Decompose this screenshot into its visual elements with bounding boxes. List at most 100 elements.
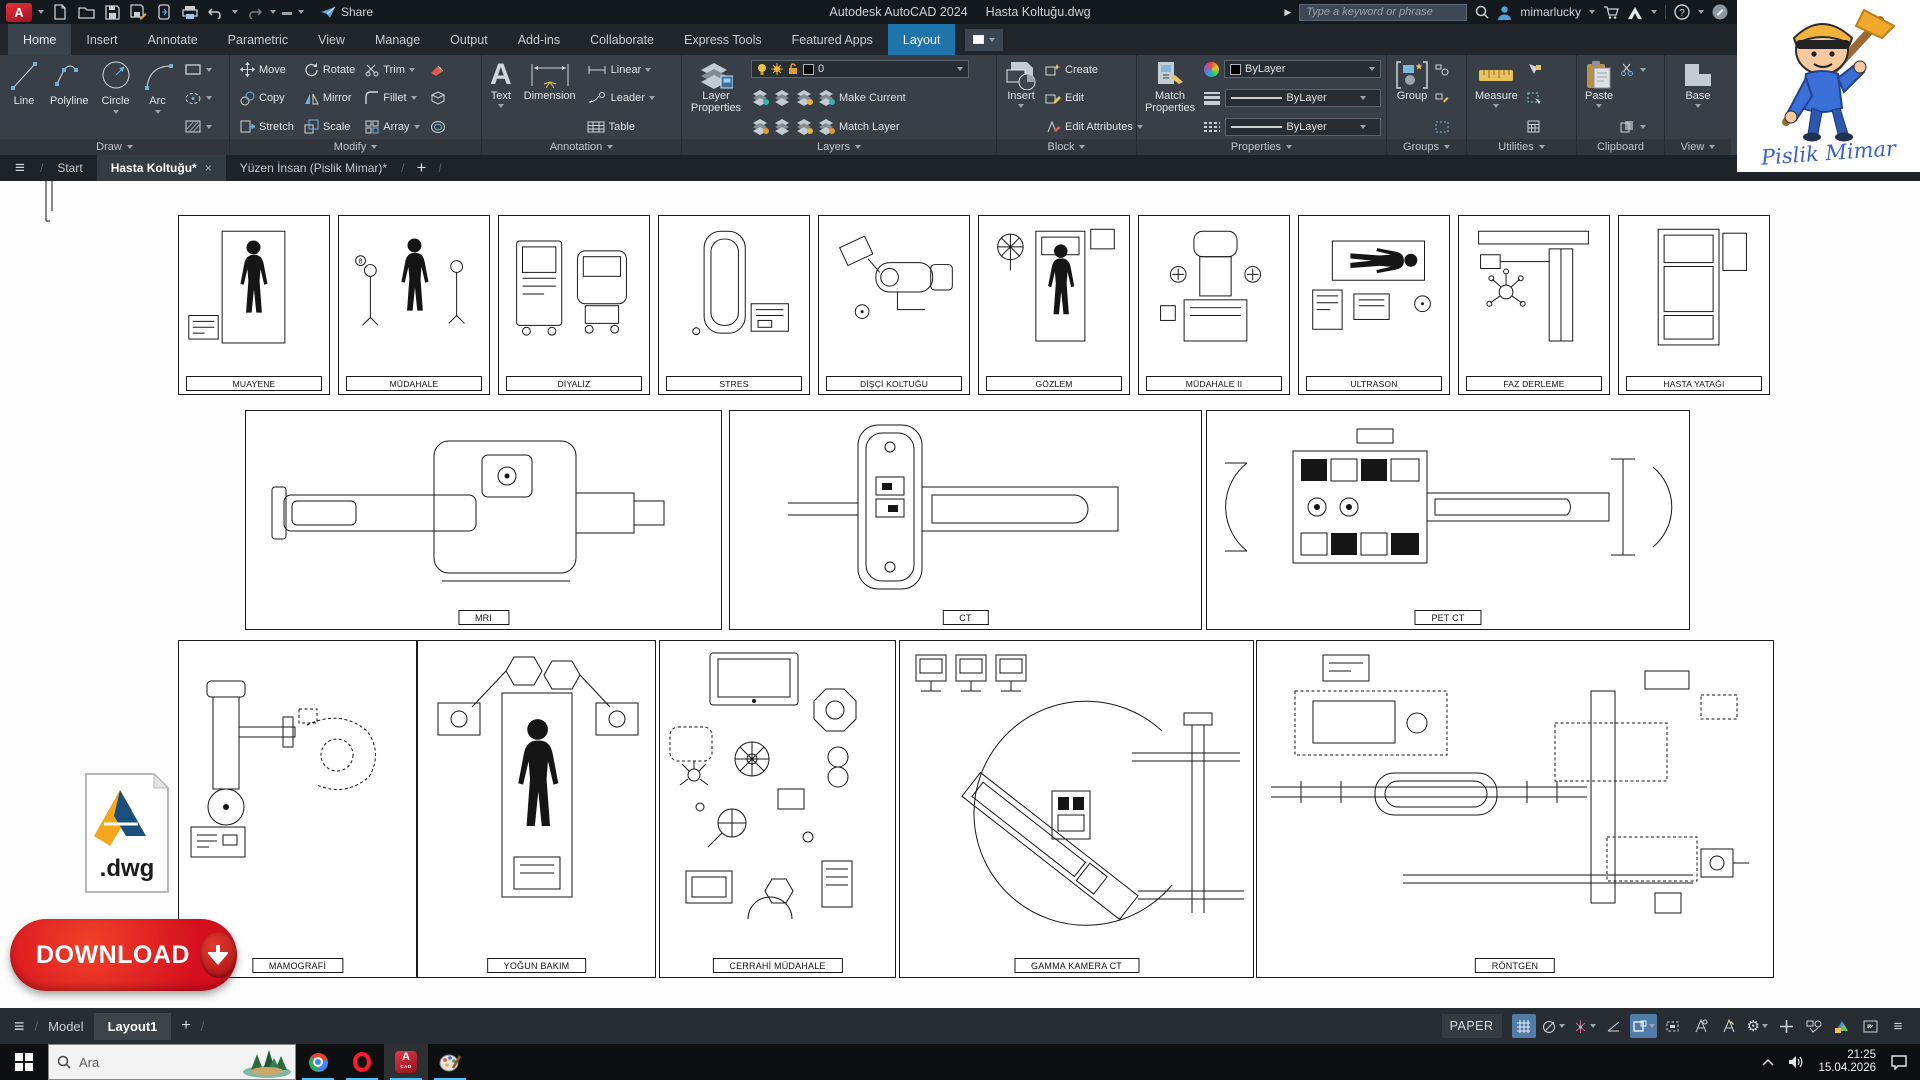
qat-customize-icon[interactable]: ▬ — [282, 7, 292, 18]
autodesk-logo-icon[interactable] — [1627, 6, 1643, 19]
polyline-button[interactable]: Polyline — [46, 58, 93, 138]
annotation-autoscale-toggle[interactable] — [1717, 1014, 1741, 1038]
drawing-frame-ultrason[interactable]: ULTRASON — [1298, 215, 1450, 395]
tab-view[interactable]: View — [303, 24, 360, 55]
dwg-file-icon[interactable]: .dwg — [80, 772, 170, 899]
insert-button[interactable]: Insert — [1002, 58, 1040, 138]
user-avatar-icon[interactable] — [1497, 5, 1512, 20]
measure-button[interactable]: Measure — [1472, 58, 1521, 138]
make-current-button[interactable]: Make Current — [751, 88, 991, 107]
tab-home[interactable]: Home — [8, 24, 71, 55]
object-color-combo[interactable]: ByLayer — [1224, 60, 1381, 78]
paper-space-toggle[interactable]: PAPER — [1442, 1014, 1502, 1038]
panel-footer-draw[interactable]: Draw — [0, 139, 229, 155]
erase-button[interactable] — [430, 60, 446, 79]
snap-toggle[interactable] — [1540, 1014, 1567, 1038]
panel-footer-properties[interactable]: Properties — [1137, 139, 1386, 155]
drawing-frame-diyaliz[interactable]: DİYALİZ — [498, 215, 650, 395]
leader-button[interactable]: Leader — [587, 89, 655, 108]
edit-attributes-button[interactable]: Edit Attributes — [1045, 117, 1143, 136]
start-button[interactable] — [0, 1044, 48, 1080]
help-search-input[interactable] — [1299, 4, 1467, 21]
match-layer-button[interactable]: Match Layer — [751, 117, 991, 136]
ungroup-button[interactable] — [1435, 60, 1449, 79]
group-edit-button[interactable] — [1435, 89, 1449, 108]
copy-button[interactable]: Copy — [240, 89, 294, 108]
annotation-scale-settings[interactable]: ⚙ — [1745, 1014, 1770, 1038]
taskbar-search[interactable] — [48, 1044, 296, 1080]
new-drawing-tab-button[interactable]: + — [404, 155, 438, 181]
group-selection-button[interactable] — [1435, 117, 1449, 136]
workspace-switching[interactable] — [1774, 1014, 1798, 1038]
layer-select-combo[interactable]: 0 — [751, 60, 969, 78]
mirror-button[interactable]: Mirror — [304, 89, 355, 108]
panel-footer-layers[interactable]: Layers — [682, 139, 996, 155]
layout1-tab[interactable]: Layout1 — [94, 1013, 172, 1040]
move-button[interactable]: Move — [240, 60, 294, 79]
quick-calculator-button[interactable] — [1527, 117, 1542, 136]
circle-button[interactable]: Circle — [96, 58, 136, 138]
drawing-frame-mri[interactable]: MRI — [245, 410, 722, 630]
share-button[interactable]: Share — [320, 5, 373, 19]
cart-icon[interactable] — [1603, 5, 1619, 19]
drawing-frame-muayene[interactable]: MUAYENE — [178, 215, 330, 395]
quick-select-button[interactable] — [1527, 60, 1542, 79]
tab-express-tools[interactable]: Express Tools — [669, 24, 777, 55]
autodesk-caret-icon[interactable] — [1651, 10, 1657, 14]
tab-addins[interactable]: Add-ins — [503, 24, 575, 55]
panel-footer-modify[interactable]: Modify — [230, 139, 481, 155]
rectangle-button[interactable] — [184, 60, 212, 79]
model-tab[interactable]: Model — [48, 1019, 83, 1034]
block-create-button[interactable]: Create — [1045, 60, 1143, 79]
speaker-icon[interactable] — [1788, 1055, 1804, 1069]
plot-icon[interactable] — [180, 3, 200, 21]
file-tab-start[interactable]: Start — [43, 155, 96, 181]
save-icon[interactable] — [102, 3, 122, 21]
polar-tracking-toggle[interactable] — [1571, 1014, 1598, 1038]
tab-output[interactable]: Output — [435, 24, 503, 55]
help-icon[interactable]: ? — [1674, 4, 1690, 20]
explode-button[interactable] — [430, 89, 446, 108]
panel-footer-view[interactable]: View — [1665, 139, 1731, 155]
array-button[interactable]: Array — [365, 117, 419, 136]
redo-caret-icon[interactable] — [270, 10, 276, 14]
annotation-visibility-toggle[interactable] — [1689, 1014, 1713, 1038]
user-name[interactable]: mimarlucky — [1520, 5, 1581, 19]
app-menu-button[interactable]: A — [6, 3, 32, 22]
scale-button[interactable]: Scale — [304, 117, 355, 136]
drawing-frame-hasta-yatagi[interactable]: HASTA YATAĞI — [1618, 215, 1770, 395]
search-highlight-image[interactable] — [241, 1046, 293, 1078]
panel-footer-groups[interactable]: Groups — [1387, 139, 1466, 155]
base-button[interactable]: Base — [1678, 58, 1718, 138]
qat-customize-caret-icon[interactable] — [298, 10, 304, 14]
taskbar-autocad[interactable]: ACAD — [384, 1044, 428, 1080]
table-button[interactable]: Table — [587, 117, 655, 136]
search-expand-icon[interactable]: ▶ — [1284, 7, 1291, 18]
select-window-button[interactable] — [1527, 89, 1542, 108]
trim-button[interactable]: Trim — [365, 60, 419, 79]
object-snap-toggle[interactable] — [1630, 1014, 1657, 1038]
tab-collaborate[interactable]: Collaborate — [575, 24, 669, 55]
tab-manage[interactable]: Manage — [360, 24, 435, 55]
customization-menu[interactable]: ≡ — [1886, 1014, 1910, 1038]
ribbon-display-toggle[interactable] — [965, 29, 1003, 51]
help-caret-icon[interactable] — [1698, 10, 1704, 14]
panel-footer-utilities[interactable]: Utilities — [1467, 139, 1576, 155]
open-folder-icon[interactable] — [76, 3, 96, 21]
open-from-web-icon[interactable] — [154, 3, 174, 21]
ellipse-button[interactable] — [184, 89, 212, 108]
group-button[interactable]: Group — [1392, 58, 1432, 138]
drawing-frame-mudahale-ii[interactable]: MÜDAHALE II — [1138, 215, 1290, 395]
selection-cycling-toggle[interactable] — [1661, 1014, 1685, 1038]
tab-featured-apps[interactable]: Featured Apps — [777, 24, 888, 55]
drawing-frame-yogun-bakim[interactable]: YOĞUN BAKIM — [417, 640, 656, 978]
redo-icon[interactable] — [244, 3, 264, 21]
taskbar-chrome[interactable] — [296, 1044, 340, 1080]
dimension-button[interactable]: Dimension — [521, 58, 579, 138]
rotate-button[interactable]: Rotate — [304, 60, 355, 79]
drawing-frame-cerrahi-mudahale[interactable]: CERRAHİ MÜDAHALE — [659, 640, 896, 978]
taskbar-search-input[interactable] — [79, 1055, 219, 1070]
panel-footer-annotation[interactable]: Annotation — [482, 139, 681, 155]
linetype-combo[interactable]: ByLayer — [1225, 118, 1381, 136]
match-properties-button[interactable]: Match Properties — [1142, 58, 1198, 138]
